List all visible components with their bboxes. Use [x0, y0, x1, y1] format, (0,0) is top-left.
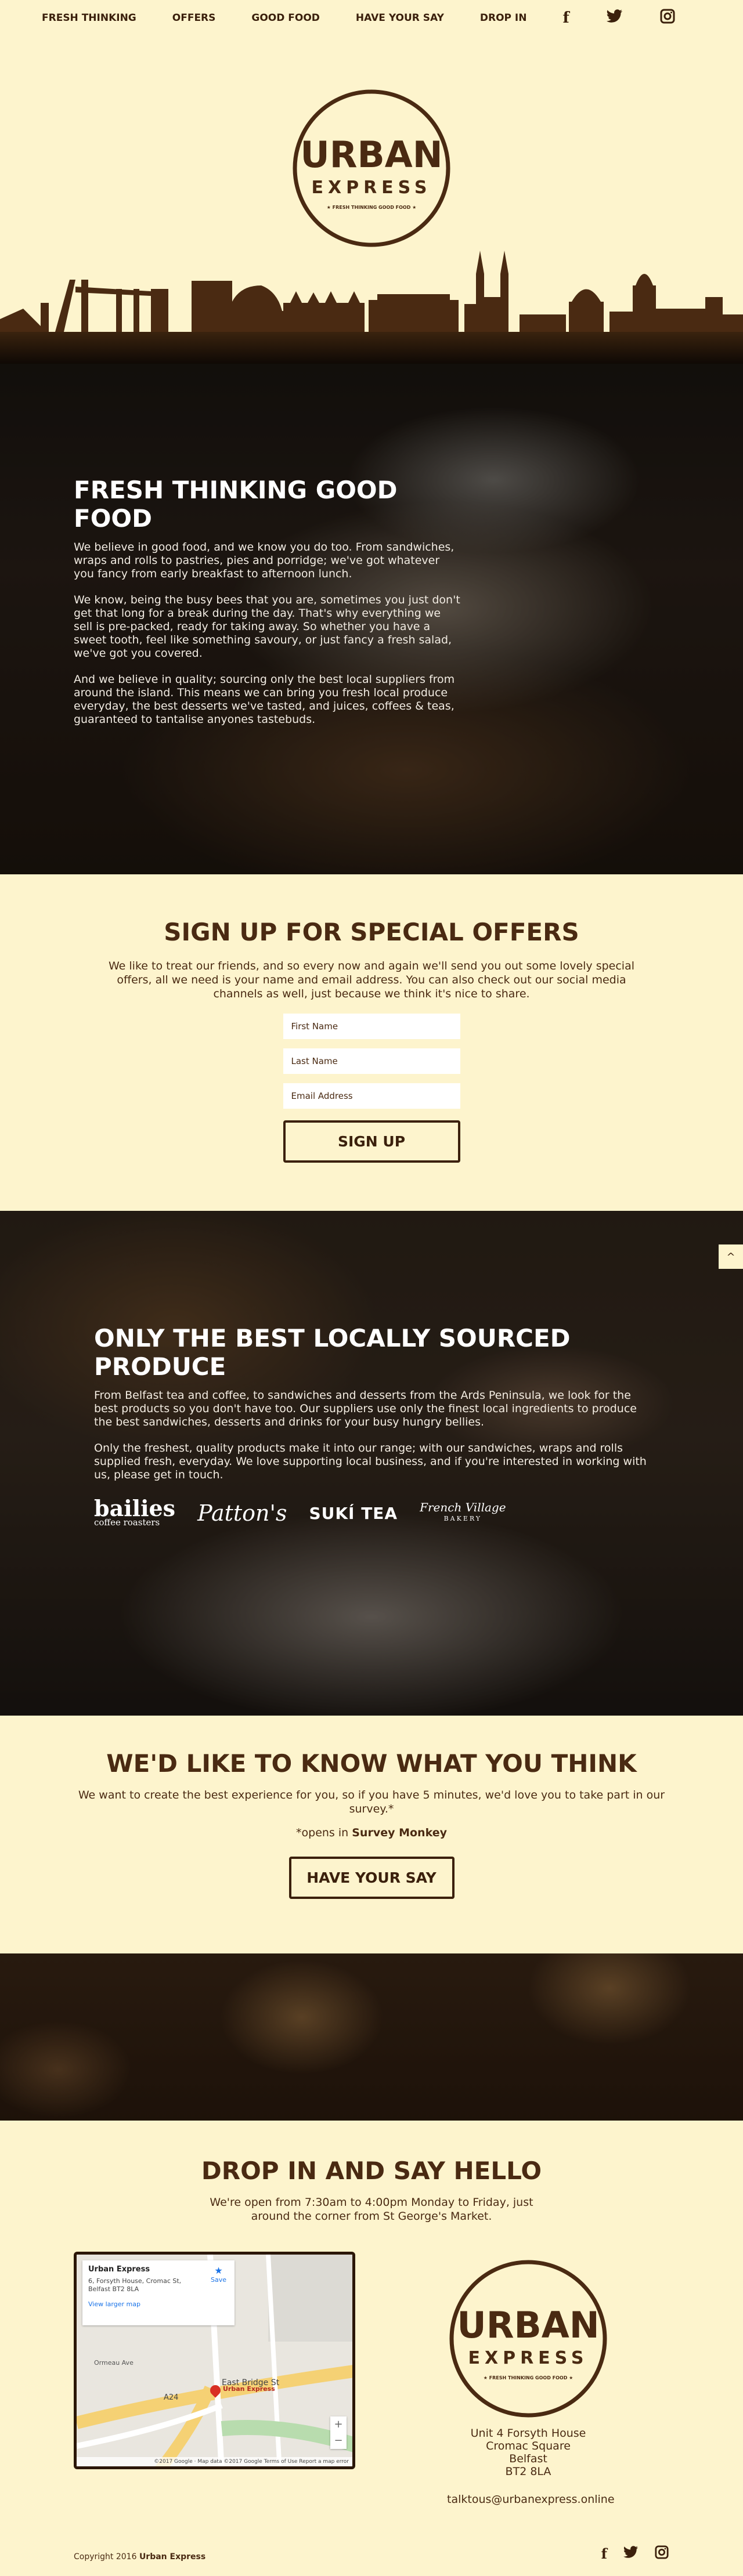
produce-section: ^ ONLY THE BEST LOCALLY SOURCED PRODUCE … [0, 1211, 743, 1716]
survey-lead: We want to create the best experience fo… [78, 1789, 665, 1815]
nav-fresh-thinking[interactable]: FRESH THINKING [42, 12, 136, 24]
site-header: URBAN EXPRESS ★ FRESH THINKING GOOD FOOD… [0, 36, 743, 364]
copyright: Copyright 2016 Urban Express [74, 2552, 205, 2561]
sign-up-button[interactable]: SIGN UP [283, 1120, 460, 1163]
muffins-image-strip [0, 1953, 743, 2121]
nav-have-your-say[interactable]: HAVE YOUR SAY [356, 12, 444, 24]
logo-footer-text-express: EXPRESS [468, 2348, 588, 2368]
logo-text-urban: URBAN [300, 133, 442, 176]
hero-fresh-thinking: FRESH THINKING GOOD FOOD We believe in g… [0, 364, 743, 874]
site-footer: Copyright 2016 Urban Express f [0, 2521, 743, 2576]
supplier-logos: bailies coffee roasters Patton's SUKÍ TE… [94, 1497, 651, 1528]
address-line-2: Cromac Square [486, 2440, 571, 2452]
view-larger-map-link[interactable]: View larger map [88, 2300, 229, 2308]
produce-paragraph-1: From Belfast tea and coffee, to sandwich… [94, 1389, 637, 1428]
twitter-icon[interactable] [606, 9, 623, 27]
map-street-a24: A24 [164, 2393, 178, 2402]
hero-paragraph-1: We believe in good food, and we know you… [74, 541, 455, 580]
hero-content: FRESH THINKING GOOD FOOD We believe in g… [74, 476, 463, 739]
star-icon: ★ [214, 2265, 223, 2276]
survey-note: *opens in Survey Monkey [0, 1826, 743, 1839]
have-your-say-button[interactable]: HAVE YOUR SAY [288, 1857, 455, 1899]
bailies-logo: bailies coffee roasters [94, 1497, 175, 1528]
hero-title: FRESH THINKING GOOD FOOD [74, 476, 398, 533]
hero-paragraph-3: And we believe in quality; sourcing only… [74, 673, 455, 726]
survey-title: WE'D LIKE TO KNOW WHAT YOU THINK [106, 1749, 637, 1778]
map-save-label: Save [210, 2276, 226, 2284]
footer-instagram-icon[interactable] [655, 2545, 669, 2563]
nav-good-food[interactable]: GOOD FOOD [251, 12, 320, 24]
urban-express-logo-footer: URBAN EXPRESS ★ FRESH THINKING GOOD FOOD… [447, 2257, 609, 2420]
french-village-logo-subtext: BAKERY [443, 1515, 482, 1522]
drop-in-lead: We're open from 7:30am to 4:00pm Monday … [210, 2196, 533, 2223]
email-input[interactable] [283, 1083, 460, 1109]
copyright-brand: Urban Express [139, 2552, 206, 2561]
contact-details: URBAN EXPRESS ★ FRESH THINKING GOOD FOOD… [447, 2257, 615, 2506]
suki-tea-logo: SUKÍ TEA [309, 1503, 398, 1523]
french-village-logo: French Village BAKERY [420, 1502, 506, 1525]
map-street-ormeau: Ormeau Ave [94, 2359, 134, 2367]
produce-paragraph-2: Only the freshest, quality products make… [94, 1442, 647, 1481]
drop-in-section: DROP IN AND SAY HELLO We're open from 7:… [0, 2121, 743, 2521]
belfast-skyline-illustration [0, 251, 743, 364]
signup-section: SIGN UP FOR SPECIAL OFFERS We like to tr… [0, 874, 743, 1211]
contact-email-link[interactable]: talktous@urbanexpress.online [447, 2493, 615, 2506]
survey-section: WE'D LIKE TO KNOW WHAT YOU THINK We want… [0, 1716, 743, 1953]
address-block: Unit 4 Forsyth House Cromac Square Belfa… [447, 2427, 609, 2478]
logo-footer-text-urban: URBAN [457, 2304, 599, 2346]
signup-title: SIGN UP FOR SPECIAL OFFERS [164, 918, 579, 946]
facebook-icon[interactable]: f [562, 9, 569, 27]
produce-content: ONLY THE BEST LOCALLY SOURCED PRODUCE Fr… [94, 1324, 651, 1527]
map-save-button[interactable]: ★ Save [211, 2265, 226, 2284]
footer-twitter-icon[interactable] [623, 2545, 639, 2563]
first-name-input[interactable] [283, 1014, 460, 1039]
footer-social: f [601, 2545, 669, 2563]
address-line-3: Belfast [509, 2452, 547, 2465]
instagram-icon[interactable] [660, 9, 675, 28]
pattons-logo: Patton's [197, 1500, 287, 1526]
survey-note-prefix: *opens in [296, 1826, 352, 1839]
nav-offers[interactable]: OFFERS [172, 12, 216, 24]
hero-paragraph-2: We know, being the busy bees that you ar… [74, 594, 460, 660]
map-zoom-controls[interactable]: + − [330, 2416, 347, 2449]
survey-monkey-label: Survey Monkey [352, 1826, 447, 1839]
logo-tagline: ★ FRESH THINKING GOOD FOOD ★ [327, 205, 417, 210]
top-nav: FRESH THINKING OFFERS GOOD FOOD HAVE YOU… [0, 0, 743, 36]
french-village-logo-text: French Village [420, 1500, 506, 1514]
drop-in-title: DROP IN AND SAY HELLO [201, 2157, 542, 2185]
copyright-text: Copyright 2016 [74, 2552, 139, 2561]
map-place-name: Urban Express [88, 2265, 150, 2274]
address-line-4: BT2 8LA [505, 2465, 551, 2478]
nav-drop-in[interactable]: DROP IN [480, 12, 527, 24]
chevron-up-icon: ^ [726, 1250, 735, 1263]
produce-title: ONLY THE BEST LOCALLY SOURCED PRODUCE [94, 1324, 571, 1381]
nav-social: f [562, 9, 675, 28]
signup-lead: We like to treat our friends, and so eve… [108, 960, 634, 1000]
footer-facebook-icon[interactable]: f [601, 2545, 607, 2563]
google-map-embed[interactable]: East Bridge St A24 Ormeau Ave Urban Expr… [74, 2252, 355, 2469]
logo-footer-tagline: ★ FRESH THINKING GOOD FOOD ★ [484, 2375, 574, 2380]
logo-text-express: EXPRESS [311, 178, 431, 198]
map-place-address: 6, Forsyth House, Cromac St, Belfast BT2… [88, 2277, 182, 2293]
address-line-1: Unit 4 Forsyth House [470, 2427, 586, 2440]
urban-express-logo[interactable]: URBAN EXPRESS ★ FRESH THINKING GOOD FOOD… [290, 87, 453, 249]
last-name-input[interactable] [283, 1048, 460, 1074]
map-attribution: ©2017 Google · Map data ©2017 Google Ter… [77, 2457, 352, 2466]
map-pin-label: Urban Express [223, 2385, 275, 2393]
map-place-card: Urban Express 6, Forsyth House, Cromac S… [82, 2260, 235, 2325]
scroll-to-top-button[interactable]: ^ [719, 1244, 743, 1269]
